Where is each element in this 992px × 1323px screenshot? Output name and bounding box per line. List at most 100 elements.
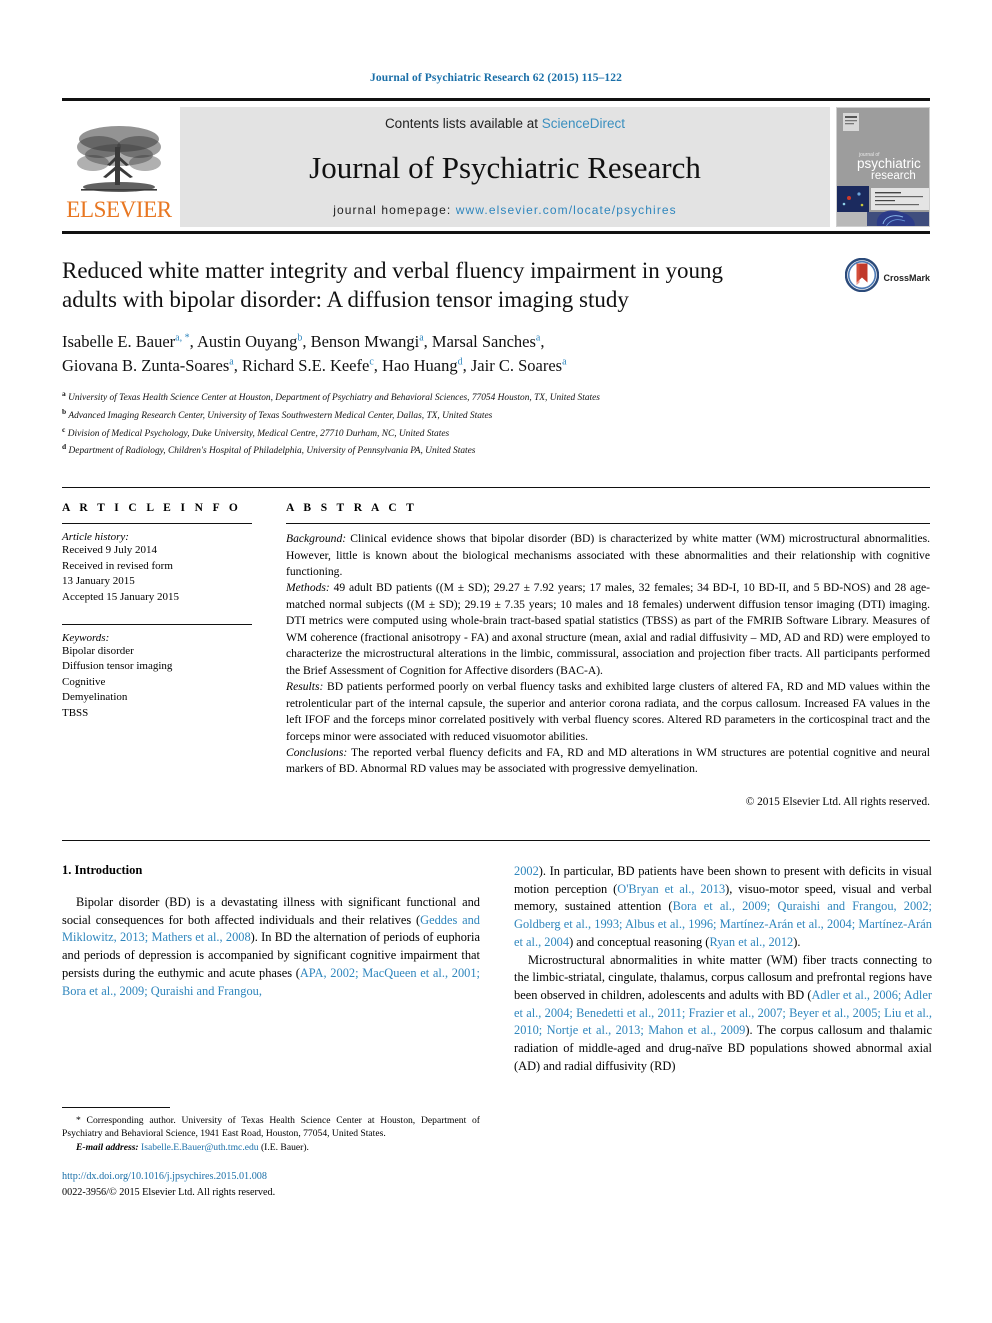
abstract-conclusions-text: The reported verbal fluency deficits and… [286,745,930,776]
author-name: Isabelle E. Bauer [62,332,176,352]
section-heading-introduction: 1. Introduction [62,862,143,877]
contents-prefix: Contents lists available at [384,116,542,131]
affiliation: b Advanced Imaging Research Center, Univ… [62,406,493,422]
author-name: Giovana B. Zunta-Soares [62,356,230,376]
svg-text:research: research [871,170,916,182]
article-page: Journal of Psychiatric Research 62 (2015… [0,0,992,1323]
keywords-block: Keywords: Bipolar disorder Diffusion tens… [62,623,252,722]
citation-obryan[interactable]: O'Bryan et al., 2013 [617,882,725,896]
intro-paragraph-right-1: 2002). In particular, BD patients have b… [514,863,932,952]
author-name: Marsal Sanches [431,332,536,352]
title-block: CrossMark Reduced white matter integrity… [62,256,930,459]
sciencedirect-link[interactable]: ScienceDirect [542,116,625,131]
citation-ryan[interactable]: Ryan et al., 2012 [709,935,793,949]
keyword-item: TBSS [62,706,89,719]
body-column-left: 1. Introduction Bipolar disorder (BD) is… [62,863,480,1200]
keyword-item: Diffusion tensor imaging [62,660,173,673]
email-label: E-mail address: [76,1142,139,1154]
journal-cover-thumbnail: journal of psychiatric research [836,107,930,227]
footnote-block: * Corresponding author. University of Te… [62,1106,480,1200]
author-line-1: Isabelle E. Bauera, *, Austin Ouyangb, B… [62,332,545,352]
abstract-conclusions: Conclusions: The reported verbal fluency… [286,745,930,778]
abstract-methods-label: Methods: [286,581,330,595]
author-affiliation-marker: a [562,356,567,368]
article-history-line: Received 9 July 2014 [62,544,158,557]
abstract-results: Results: BD patients performed poorly on… [286,679,930,745]
copyright-line: © 2015 Elsevier Ltd. All rights reserved… [745,795,930,808]
affiliation: d Department of Radiology, Children's Ho… [62,442,476,457]
corresponding-author-text: * Corresponding author. University of Te… [62,1114,480,1140]
svg-text:psychiatric: psychiatric [857,156,921,171]
crossmark-label: CrossMark [883,272,930,283]
abstract-methods-text: 49 adult BD patients ((M ± SD); 29.27 ± … [286,581,930,677]
info-abstract-region: A R T I C L E I N F O Article history: R… [62,487,930,808]
author-name: Hao Huang [382,356,458,376]
abstract-methods: Methods: 49 adult BD patients ((M ± SD);… [286,580,930,679]
intro-paragraph-right-2: Microstructural abnormalities in white m… [514,952,932,1076]
author-name: Jair C. Soares [470,356,563,376]
crossmark-badge[interactable]: CrossMark [845,257,930,297]
author-list: Isabelle E. Bauera, *, Austin Ouyangb, B… [62,330,930,378]
author-affiliation-marker: a, * [175,332,190,344]
article-info-column: A R T I C L E I N F O Article history: R… [62,502,252,808]
doi-link[interactable]: http://dx.doi.org/10.1016/j.jpsychires.2… [62,1169,480,1184]
elsevier-tree-icon [73,121,165,197]
citation-quraishi-2002[interactable]: 2002 [514,864,539,878]
journal-title: Journal of Psychiatric Research [309,149,701,185]
article-history-line: Accepted 15 January 2015 [62,590,179,603]
article-history-line: 13 January 2015 [62,575,135,588]
issn-copyright-line: 0022-3956/© 2015 Elsevier Ltd. All right… [62,1186,276,1198]
abstract-results-text: BD patients performed poorly on verbal f… [286,680,930,743]
abstract-column: A B S T R A C T Background: Clinical evi… [286,502,930,808]
abstract-rule [286,523,930,525]
corresponding-author-note: * Corresponding author. University of Te… [62,1114,480,1142]
article-info-heading: A R T I C L E I N F O [62,502,242,515]
intro-text-a: Bipolar disorder (BD) is a devastating i… [62,894,480,927]
masthead-bottom-rule [62,231,930,234]
abstract-conclusions-label: Conclusions: [286,745,348,759]
author-affiliation-marker: a [535,332,541,344]
abstract-results-label: Results: [286,680,324,694]
homepage-label: journal homepage: [333,203,456,217]
article-history-lines: Received 9 July 2014 Received in revised … [62,543,252,605]
abstract-heading: A B S T R A C T [286,502,418,515]
affiliation-marker: c [62,424,66,434]
affiliation-marker: a [62,389,66,399]
affiliation: c Division of Medical Psychology, Duke U… [62,424,450,439]
keyword-item: Cognitive [62,675,106,688]
affiliation-marker: b [62,406,67,416]
author-affiliation-marker: a [229,356,234,368]
body-columns: 1. Introduction Bipolar disorder (BD) is… [62,839,932,1200]
email-owner: (I.E. Bauer). [258,1142,309,1154]
contents-available-line: Contents lists available at ScienceDirec… [385,116,625,131]
elsevier-wordmark: ELSEVIER [66,197,172,222]
author-line-2: Giovana B. Zunta-Soaresa, Richard S.E. K… [62,356,567,376]
article-history-line: Received in revised form [62,559,173,572]
keywords-label: Keywords: [62,631,110,644]
author-affiliation-marker: d [457,356,463,368]
author-affiliation-marker: a [419,332,424,344]
abstract-body: Background: Clinical evidence shows that… [286,531,930,778]
keyword-item: Demyelination [62,691,128,704]
intro-paragraph-left: Bipolar disorder (BD) is a devastating i… [62,894,480,1000]
keywords-rule [62,623,252,625]
author-affiliation-marker: b [297,332,303,344]
crossmark-icon [845,257,880,297]
masthead-center-panel: Contents lists available at ScienceDirec… [180,107,830,227]
body-column-right: 2002). In particular, BD patients have b… [514,863,932,1200]
affiliation: a University of Texas Health Science Cen… [62,389,600,404]
abstract-background-text: Clinical evidence shows that bipolar dis… [286,532,930,578]
journal-masthead: ELSEVIER Contents lists available at Sci… [62,98,930,234]
author-name: Austin Ouyang [196,332,298,352]
keywords-lines: Bipolar disorder Diffusion tensor imaging… [62,644,252,722]
page-title: Reduced white matter integrity and verba… [62,258,724,313]
journal-homepage-line: journal homepage: www.elsevier.com/locat… [333,203,677,217]
doi-block: http://dx.doi.org/10.1016/j.jpsychires.2… [62,1169,480,1200]
right-text-2: ) and conceptual reasoning ( [569,934,710,949]
homepage-url[interactable]: www.elsevier.com/locate/psychires [456,203,677,217]
email-address[interactable]: Isabelle.E.Bauer@uth.tmc.edu [141,1142,259,1153]
keyword-item: Bipolar disorder [62,644,134,657]
affiliation-marker: d [62,442,67,452]
footnote-rule [62,1106,170,1108]
author-name: Richard S.E. Keefe [241,356,370,376]
